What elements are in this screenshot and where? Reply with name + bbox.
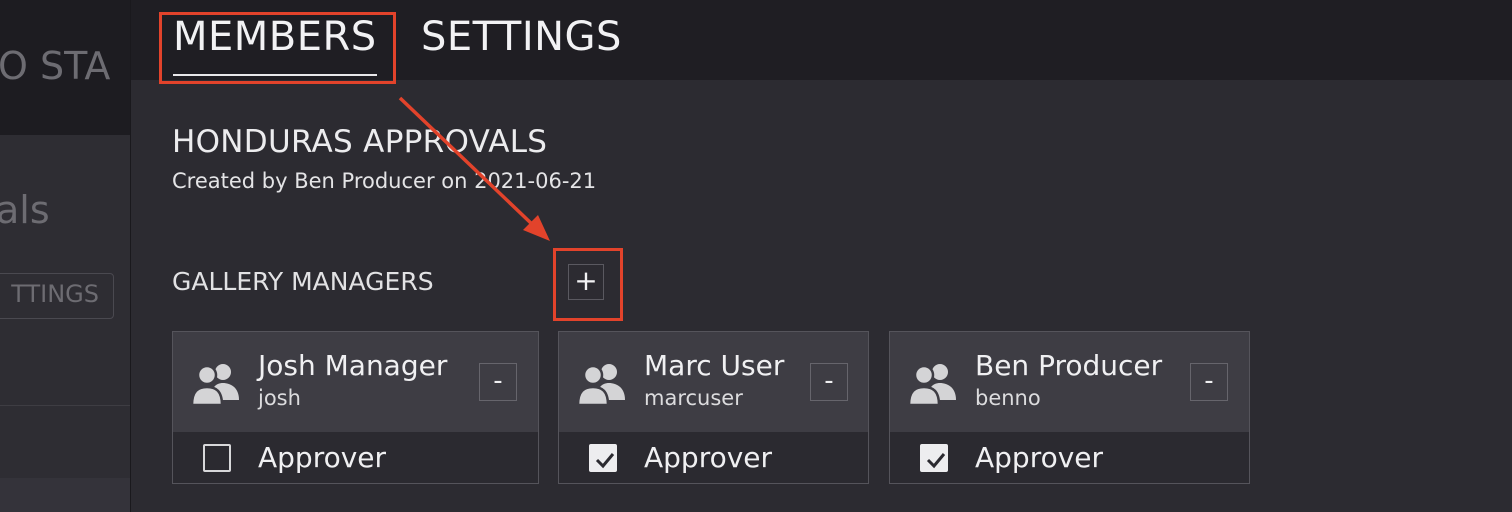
background-settings-tab-label: TTINGS xyxy=(11,280,99,308)
approver-label: Approver xyxy=(258,441,387,474)
background-title: O STA xyxy=(0,44,111,88)
member-name: Ben Producer xyxy=(975,349,1163,382)
users-icon xyxy=(191,364,239,406)
group-title: HONDURAS APPROVALS xyxy=(172,124,548,160)
member-username: benno xyxy=(975,386,1041,410)
approver-checkbox[interactable] xyxy=(920,444,948,472)
member-card: Josh Manager josh - Approver xyxy=(172,331,539,484)
users-icon xyxy=(577,364,625,406)
member-card: Marc User marcuser - Approver xyxy=(558,331,869,484)
member-role-row: Approver xyxy=(173,432,538,483)
background-heading: als xyxy=(0,188,50,232)
approver-checkbox[interactable] xyxy=(203,444,231,472)
users-icon xyxy=(908,364,956,406)
member-name: Josh Manager xyxy=(258,349,448,382)
background-settings-tab: TTINGS xyxy=(0,273,114,319)
member-card-header: Josh Manager josh - xyxy=(173,332,538,432)
group-created-info: Created by Ben Producer on 2021-06-21 xyxy=(172,169,597,193)
member-username: josh xyxy=(258,386,301,410)
member-role-row: Approver xyxy=(890,432,1249,483)
member-name: Marc User xyxy=(644,349,785,382)
background-footer xyxy=(0,478,130,512)
add-button-highlight xyxy=(553,248,623,321)
approver-label: Approver xyxy=(644,441,773,474)
member-username: marcuser xyxy=(644,386,743,410)
members-tab-highlight xyxy=(159,12,396,84)
member-card-header: Marc User marcuser - xyxy=(559,332,868,432)
member-role-row: Approver xyxy=(559,432,868,483)
checkmark-icon xyxy=(926,453,946,469)
approver-checkbox[interactable] xyxy=(589,444,617,472)
member-card-header: Ben Producer benno - xyxy=(890,332,1249,432)
tab-settings[interactable]: SETTINGS xyxy=(421,14,622,60)
gallery-managers-heading: GALLERY MANAGERS xyxy=(172,267,434,296)
background-header: O STA xyxy=(0,0,130,135)
background-app: O STA als TTINGS xyxy=(0,0,130,512)
background-divider xyxy=(0,405,130,406)
remove-member-button[interactable]: - xyxy=(810,363,848,401)
remove-member-button[interactable]: - xyxy=(479,363,517,401)
remove-member-button[interactable]: - xyxy=(1190,363,1228,401)
approver-label: Approver xyxy=(975,441,1104,474)
member-card: Ben Producer benno - Approver xyxy=(889,331,1250,484)
checkmark-icon xyxy=(595,453,615,469)
